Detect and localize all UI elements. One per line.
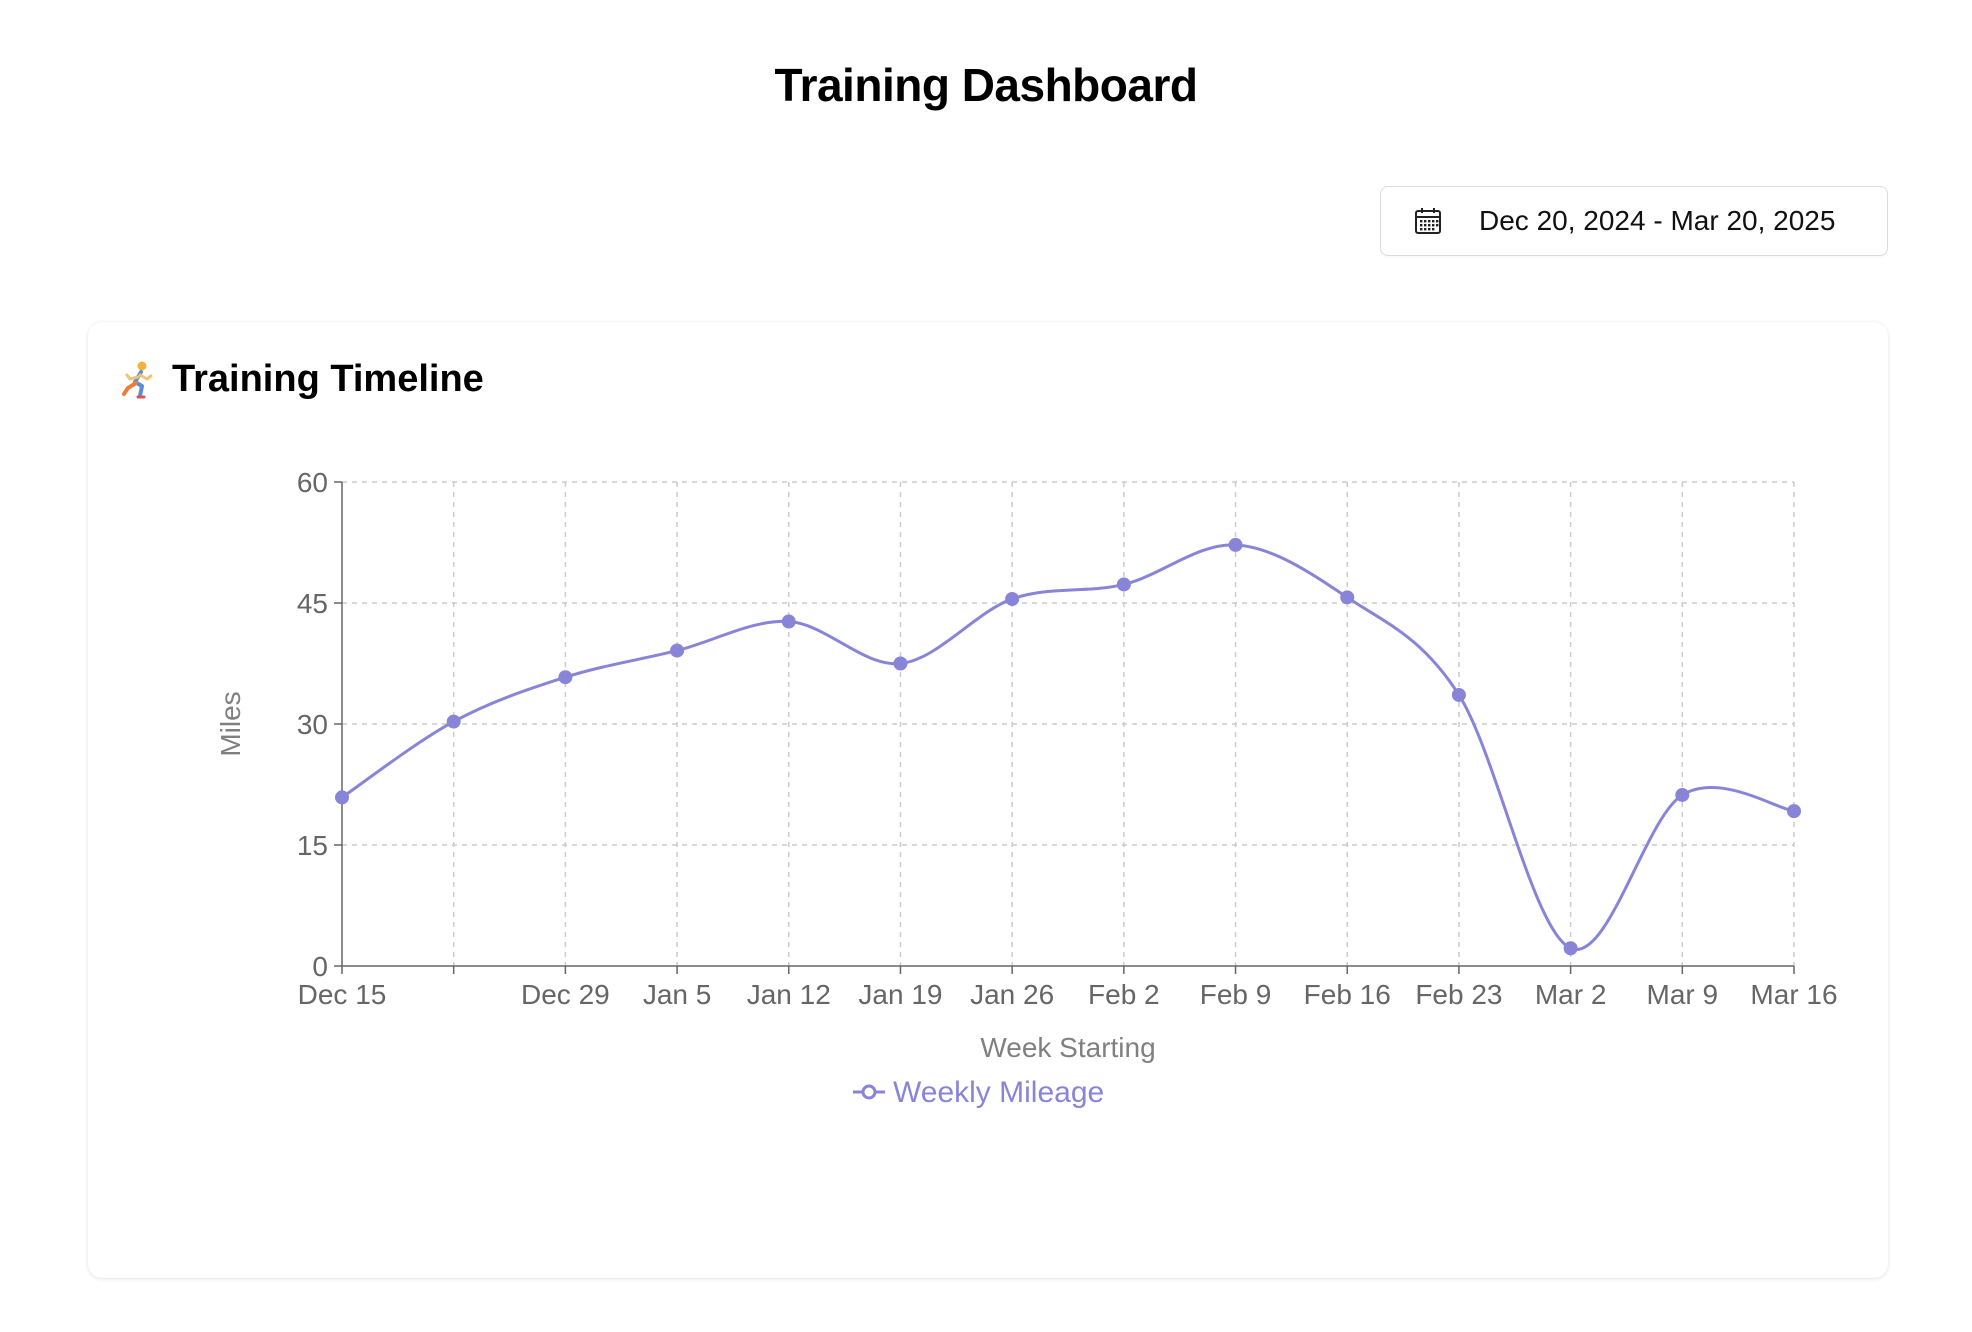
x-tick-label: Dec 29	[521, 979, 610, 1010]
data-point[interactable]	[1563, 941, 1578, 956]
x-tick-label: Feb 23	[1415, 979, 1502, 1010]
data-point[interactable]	[1005, 591, 1020, 606]
x-tick-label: Mar 2	[1535, 979, 1607, 1010]
calendar-icon	[1413, 206, 1443, 236]
legend-label[interactable]: Weekly Mileage	[893, 1076, 1104, 1109]
data-point[interactable]	[335, 790, 349, 805]
chart-series	[341, 543, 1795, 952]
page-title: Training Dashboard	[774, 59, 1198, 111]
x-tick-label: Jan 5	[643, 979, 712, 1010]
data-point[interactable]	[670, 643, 685, 658]
x-tick-label: Feb 16	[1304, 979, 1391, 1010]
data-point[interactable]	[446, 714, 461, 729]
date-range-picker[interactable]: Dec 20, 2024 - Mar 20, 2025	[1380, 186, 1888, 256]
x-tick-label: Feb 9	[1200, 979, 1272, 1010]
data-point[interactable]	[1787, 804, 1801, 819]
chart-labels: 0 15 30 45 60 Dec 15 Dec 29 Jan 5 Jan 12 Jan 19 Ja…	[215, 467, 1838, 1063]
weekly-mileage-line	[341, 543, 1795, 952]
y-axis-title: Miles	[215, 691, 246, 756]
training-timeline-card: Training Timeline 0 15 30 45 60 Dec 15 Dec 29 J…	[88, 322, 1888, 1278]
legend-point-marker	[861, 1084, 877, 1100]
data-point[interactable]	[1675, 787, 1690, 802]
date-range-label: Dec 20, 2024 - Mar 20, 2025	[1479, 205, 1836, 236]
x-axis-title: Week Starting	[980, 1032, 1155, 1063]
y-tick-label: 15	[297, 830, 328, 861]
data-point[interactable]	[893, 656, 908, 671]
y-tick-label: 30	[297, 709, 328, 740]
x-tick-label: Mar 16	[1750, 979, 1837, 1010]
x-tick-label: Jan 19	[858, 979, 942, 1010]
y-tick-label: 60	[297, 467, 328, 498]
x-tick-label: Jan 26	[970, 979, 1054, 1010]
data-point[interactable]	[1228, 537, 1243, 552]
chart-legend: Weekly Mileage	[853, 1076, 1104, 1109]
chart-points	[335, 537, 1801, 956]
y-tick-label: 0	[312, 951, 328, 982]
mileage-line-chart: 0 15 30 45 60 Dec 15 Dec 29 Jan 5 Jan 12 Jan 19 Ja…	[215, 467, 1838, 1109]
x-tick-label: Jan 12	[747, 979, 831, 1010]
x-tick-label: Dec 15	[298, 979, 387, 1010]
data-point[interactable]	[1451, 687, 1466, 702]
chart-axes	[334, 481, 1795, 974]
data-point[interactable]	[1116, 577, 1131, 592]
x-tick-label: Mar 9	[1647, 979, 1719, 1010]
x-tick-label: Feb 2	[1088, 979, 1160, 1010]
y-tick-label: 45	[297, 588, 328, 619]
data-point[interactable]	[781, 614, 796, 629]
data-point[interactable]	[1340, 590, 1355, 605]
chart-grid	[342, 481, 1795, 966]
data-point[interactable]	[558, 670, 573, 685]
